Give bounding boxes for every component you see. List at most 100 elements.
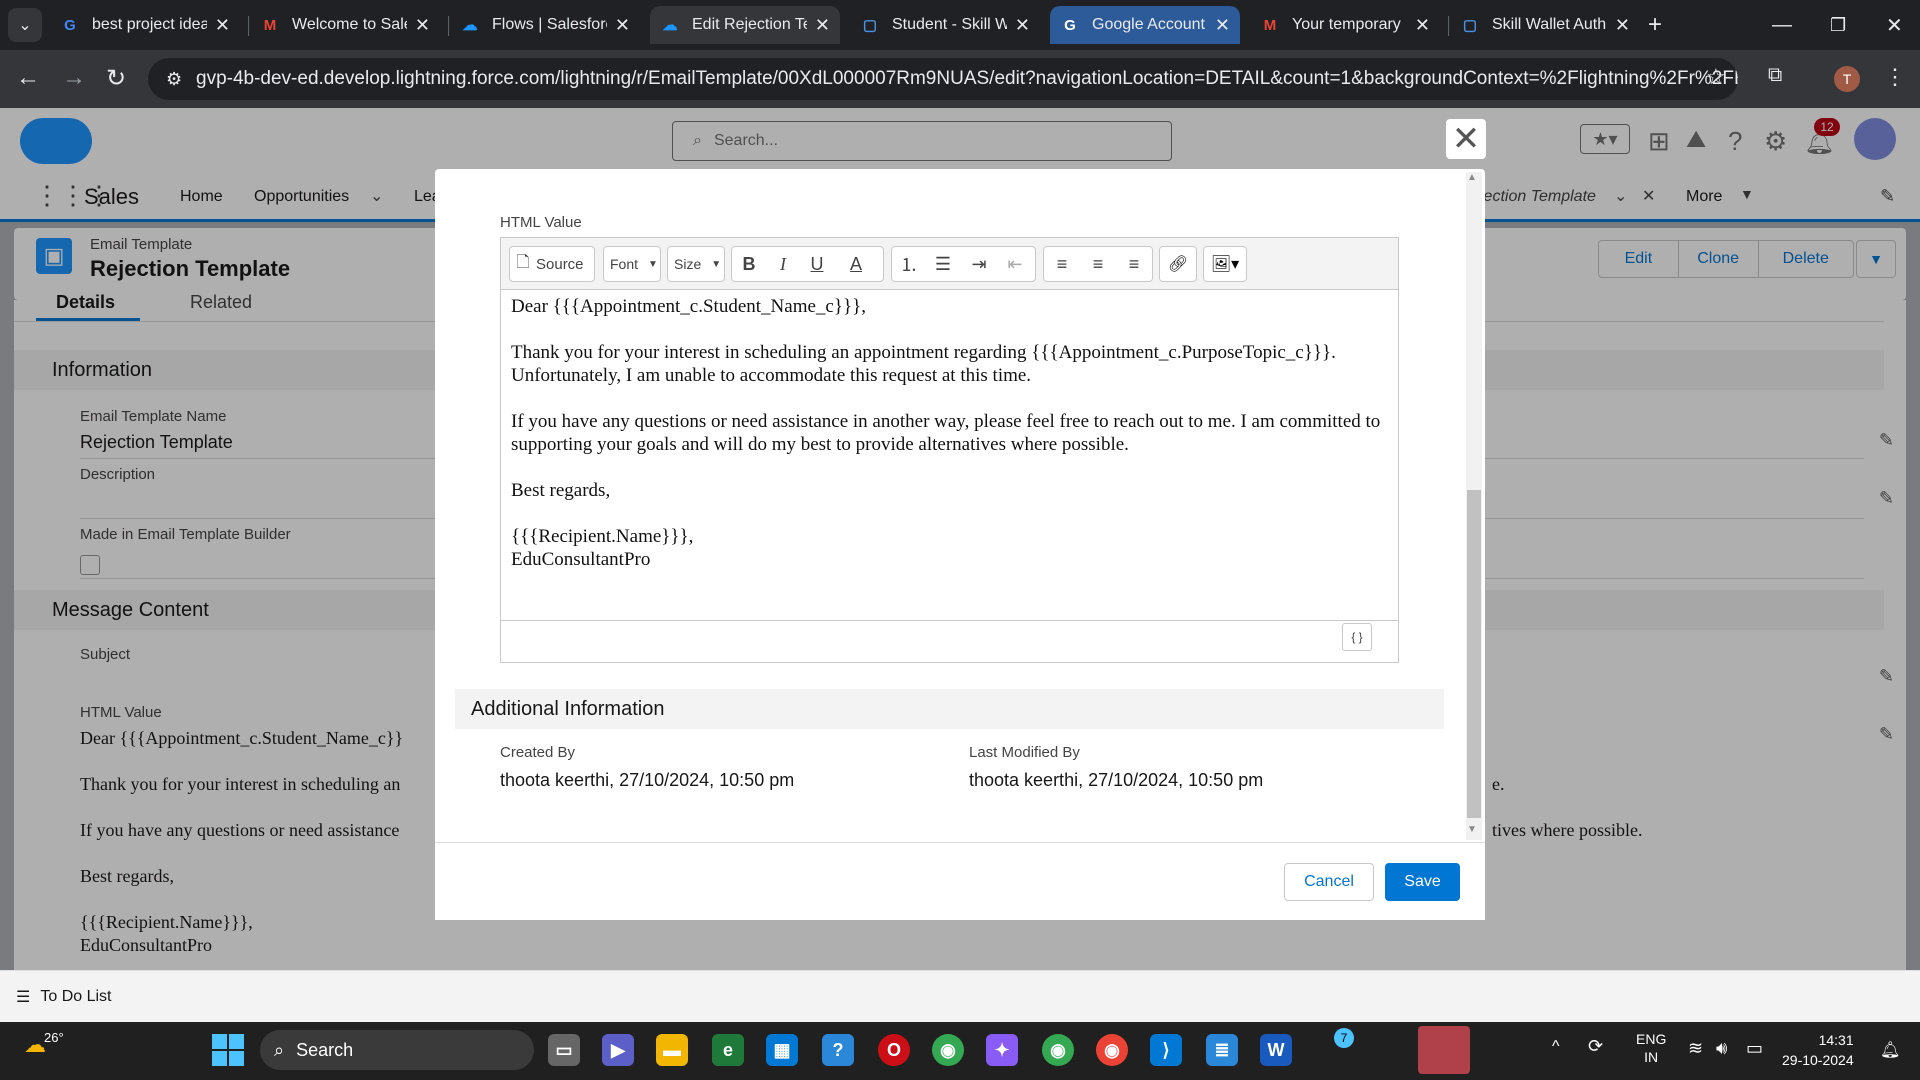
last-modified-value: thoota keerthi, 27/10/2024, 10:50 pm bbox=[969, 770, 1264, 790]
close-tab-icon[interactable]: ✕ bbox=[615, 15, 630, 36]
caret-down-icon: ▼ bbox=[648, 258, 658, 270]
battery-icon[interactable]: ▭ bbox=[1746, 1038, 1763, 1059]
vscode-icon[interactable]: ⟩ bbox=[1150, 1034, 1182, 1066]
browser-tab[interactable]: G Google Account ✕ bbox=[1050, 6, 1240, 44]
editor-toolbar: 🗋 Source Font ▼ Size ▼ B I U A ⒈ ☰ ⇥ ⇤ ≡ ≡ … bbox=[501, 238, 1398, 290]
browser-tab[interactable]: M Welcome to Sale ✕ bbox=[250, 6, 440, 44]
sync-icon[interactable]: ⟳ bbox=[1588, 1036, 1603, 1057]
taskbar-search[interactable]: ⌕ Search bbox=[260, 1030, 534, 1070]
html-value-label: HTML Value bbox=[500, 214, 582, 231]
google-icon: G bbox=[64, 16, 76, 34]
close-tab-icon[interactable]: ✕ bbox=[815, 15, 830, 36]
numbered-list-icon[interactable]: ⒈ bbox=[892, 247, 926, 281]
chrome-icon[interactable]: ◉ bbox=[932, 1034, 964, 1066]
size-select[interactable]: Size ▼ bbox=[667, 246, 725, 282]
align-right-icon[interactable]: ≡ bbox=[1116, 247, 1152, 281]
cancel-button[interactable]: Cancel bbox=[1284, 863, 1374, 901]
editor-content[interactable]: Dear {{{Appointment_c.Student_Name_c}}},… bbox=[511, 295, 1391, 571]
close-tab-icon[interactable]: ✕ bbox=[1015, 15, 1030, 36]
weather-icon[interactable]: ☁ bbox=[24, 1032, 46, 1058]
extensions-icon[interactable]: ⧉ bbox=[1768, 64, 1782, 87]
forward-icon[interactable]: → bbox=[62, 64, 86, 92]
close-tab-icon[interactable]: ✕ bbox=[215, 15, 230, 36]
bulleted-list-icon[interactable]: ☰ bbox=[926, 247, 960, 281]
page-icon: ▢ bbox=[1462, 17, 1478, 34]
merge-field-button[interactable]: { } bbox=[1342, 623, 1372, 651]
back-icon[interactable]: ← bbox=[16, 64, 40, 92]
align-center-icon[interactable]: ≡ bbox=[1080, 247, 1116, 281]
last-modified-label: Last Modified By bbox=[969, 744, 1080, 761]
browser-tab[interactable]: ☁Flows | Salesforce✕ bbox=[450, 6, 640, 44]
bold-button[interactable]: B bbox=[732, 247, 766, 281]
close-tab-icon[interactable]: ✕ bbox=[1615, 15, 1630, 36]
todo-list-button[interactable]: To Do List bbox=[40, 988, 111, 1006]
save-button[interactable]: Save bbox=[1385, 863, 1460, 901]
wifi-icon[interactable]: ≋ bbox=[1688, 1038, 1703, 1059]
browser-tab[interactable]: ▢ Skill Wallet Auth ✕ bbox=[1450, 6, 1640, 44]
close-tab-icon[interactable]: ✕ bbox=[1415, 15, 1430, 36]
reload-icon[interactable]: ↻ bbox=[106, 64, 126, 93]
text-color-button[interactable]: A bbox=[834, 247, 878, 281]
browser-menu-icon[interactable]: ⋮ bbox=[1884, 64, 1906, 90]
chrome-profile-icon[interactable]: ◉ bbox=[1042, 1034, 1074, 1066]
file-explorer-icon[interactable]: ▬ bbox=[656, 1034, 688, 1066]
minimize-icon[interactable]: — bbox=[1762, 6, 1802, 44]
word-icon[interactable]: W bbox=[1260, 1034, 1292, 1066]
tab-list-button[interactable]: ⌄ bbox=[8, 8, 42, 42]
scrollbar-thumb[interactable] bbox=[1467, 490, 1481, 818]
notification-center-icon[interactable]: 🔔︎ bbox=[1880, 1040, 1900, 1060]
close-modal-icon[interactable]: ✕ bbox=[1446, 119, 1486, 159]
caret-down-icon: ▼ bbox=[711, 258, 722, 270]
profile-avatar[interactable]: T bbox=[1834, 66, 1860, 92]
scroll-up-icon[interactable]: ▲ bbox=[1467, 172, 1477, 183]
browser-tab[interactable]: M Your temporary ✕ bbox=[1250, 6, 1440, 44]
edge-icon[interactable]: e bbox=[712, 1034, 744, 1066]
close-tab-icon[interactable]: ✕ bbox=[1215, 15, 1230, 36]
page-icon: ▢ bbox=[862, 17, 878, 34]
utility-bar: ☰ To Do List bbox=[0, 970, 1920, 1022]
teams-icon[interactable]: ▶ bbox=[602, 1034, 634, 1066]
show-hidden-icons[interactable]: ^ bbox=[1552, 1038, 1560, 1056]
bookmark-star-icon[interactable]: ☆ bbox=[1706, 64, 1726, 90]
editor-line: Best regards, bbox=[511, 480, 611, 501]
language-indicator[interactable]: ENG IN bbox=[1636, 1030, 1666, 1066]
browser-tab[interactable]: ▢ Student - Skill W ✕ bbox=[850, 6, 1040, 44]
link-icon[interactable]: 🔗︎ bbox=[1159, 246, 1197, 282]
indent-icon[interactable]: ⇥ bbox=[960, 247, 998, 281]
italic-button[interactable]: I bbox=[766, 247, 800, 281]
outdent-icon[interactable]: ⇤ bbox=[998, 247, 1032, 281]
opera-icon[interactable]: O bbox=[878, 1034, 910, 1066]
volume-icon[interactable]: 🔊︎ bbox=[1716, 1038, 1727, 1059]
close-window-icon[interactable]: ✕ bbox=[1876, 6, 1913, 44]
restore-icon[interactable]: ❐ bbox=[1820, 6, 1856, 44]
source-icon: 🗋 bbox=[516, 253, 530, 271]
site-info-icon[interactable]: ⚙ bbox=[166, 69, 182, 90]
chrome-active-icon[interactable]: ◉ bbox=[1096, 1034, 1128, 1066]
browser-tab[interactable]: Gbest project idea ✕ bbox=[50, 6, 240, 44]
underline-button[interactable]: U bbox=[800, 247, 834, 281]
help-app-icon[interactable]: ? bbox=[822, 1034, 854, 1066]
scroll-down-icon[interactable]: ▼ bbox=[1467, 824, 1477, 835]
font-select[interactable]: Font ▼ bbox=[603, 246, 661, 282]
taskbar-thumbnail[interactable] bbox=[1418, 1026, 1470, 1074]
image-icon[interactable]: 🖼︎▾ bbox=[1203, 246, 1247, 282]
gmail-icon: M bbox=[263, 16, 277, 34]
task-view-icon[interactable]: ▭ bbox=[548, 1034, 580, 1066]
editor-line: Dear {{{Appointment_c.Student_Name_c}}}, bbox=[511, 296, 866, 317]
store-icon[interactable]: ▦ bbox=[766, 1034, 798, 1066]
salesforce-cloud-icon: ☁ bbox=[462, 17, 478, 34]
url-field[interactable]: ⚙ gvp-4b-dev-ed.develop.lightning.force.… bbox=[148, 58, 1738, 100]
copilot-icon[interactable]: ✦ bbox=[986, 1034, 1018, 1066]
notepad-icon[interactable]: ≣ bbox=[1206, 1034, 1238, 1066]
additional-information-section[interactable]: Additional Information bbox=[455, 689, 1444, 729]
created-by-value: thoota keerthi, 27/10/2024, 10:50 pm bbox=[500, 770, 795, 790]
list-icon[interactable]: ☰ bbox=[16, 987, 30, 1007]
align-left-icon[interactable]: ≡ bbox=[1044, 247, 1080, 281]
source-button[interactable]: 🗋 Source bbox=[509, 246, 595, 282]
new-tab-button[interactable]: + bbox=[1648, 6, 1678, 44]
browser-tab-active[interactable]: ☁ Edit Rejection Te ✕ bbox=[650, 6, 840, 44]
start-button[interactable] bbox=[212, 1034, 244, 1066]
clock[interactable]: 14:31 29-10-2024 bbox=[1782, 1030, 1854, 1070]
close-tab-icon[interactable]: ✕ bbox=[415, 15, 430, 36]
editor-line: Thank you for your interest in schedulin… bbox=[511, 342, 1336, 386]
